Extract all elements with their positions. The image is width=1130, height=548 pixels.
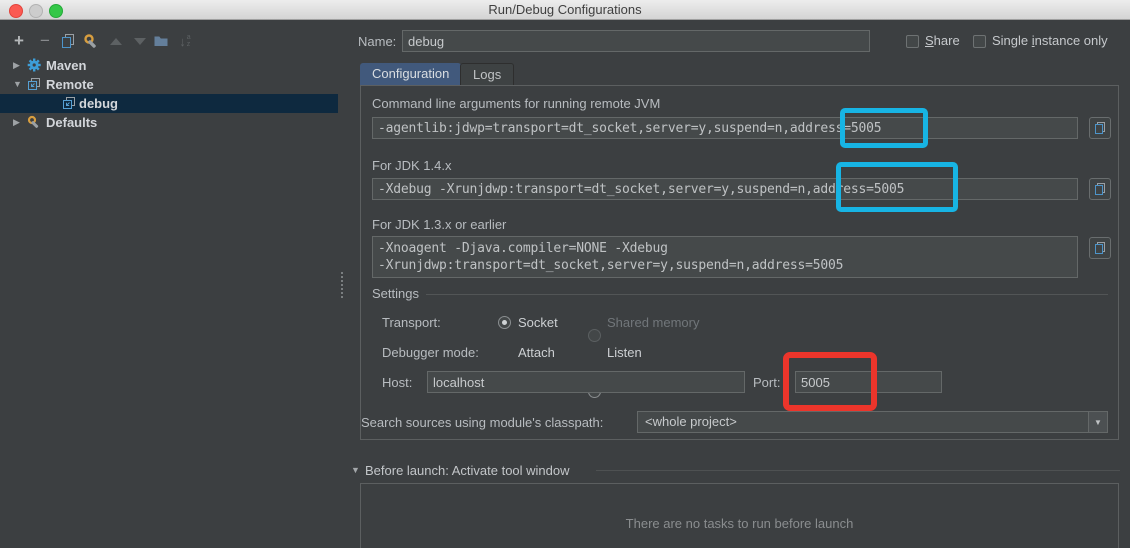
sort-configurations-button[interactable]: ↓az <box>176 32 194 50</box>
maven-gear-icon <box>27 58 41 72</box>
before-launch-label[interactable]: Before launch: Activate tool window <box>365 463 570 478</box>
sidebar-splitter[interactable] <box>341 272 347 298</box>
remote-config-icon <box>27 77 41 91</box>
cmdline-label: Command line arguments for running remot… <box>372 96 660 111</box>
search-sources-select[interactable]: <whole project> ▼ <box>637 411 1108 433</box>
radio-shared-memory[interactable] <box>588 329 601 342</box>
port-label: Port: <box>753 375 780 390</box>
defaults-wrench-icon <box>27 115 41 129</box>
share-checkbox[interactable] <box>906 35 919 48</box>
single-instance-checkbox[interactable] <box>973 35 986 48</box>
tree-item-debug[interactable]: debug <box>0 94 338 113</box>
tree-item-maven[interactable]: ▶ Maven <box>0 56 338 75</box>
window-title: Run/Debug Configurations <box>0 0 1130 19</box>
annotation-highlight-cyan-1 <box>840 108 928 148</box>
single-instance-label[interactable]: Single instance only <box>992 33 1108 48</box>
expand-arrow-icon[interactable]: ▶ <box>13 56 20 75</box>
remote-config-icon <box>62 96 76 110</box>
tree-item-defaults[interactable]: ▶ Defaults <box>0 113 338 132</box>
copy-jdk14-button[interactable] <box>1089 178 1111 200</box>
chevron-down-icon[interactable]: ▼ <box>1088 412 1107 432</box>
jdk13-input[interactable]: -Xnoagent -Djava.compiler=NONE -Xdebug -… <box>372 236 1078 278</box>
host-input[interactable] <box>427 371 745 393</box>
close-window-button[interactable] <box>9 4 23 18</box>
arrow-down-icon <box>134 38 146 45</box>
collapse-triangle-icon[interactable]: ▼ <box>351 465 360 475</box>
radio-socket-label[interactable]: Socket <box>518 315 558 330</box>
annotation-highlight-cyan-2 <box>836 162 958 212</box>
jdk14-input[interactable] <box>372 178 1078 200</box>
jdk14-label: For JDK 1.4.x <box>372 158 451 173</box>
search-sources-value: <whole project> <box>645 412 737 432</box>
move-up-button[interactable] <box>107 32 125 50</box>
minimize-window-button[interactable] <box>29 4 43 18</box>
jdk13-label: For JDK 1.3.x or earlier <box>372 217 506 232</box>
copy-jdk13-button[interactable] <box>1089 237 1111 259</box>
plus-icon: + <box>14 32 24 50</box>
jdk13-line2: -Xrunjdwp:transport=dt_socket,server=y,s… <box>378 257 1072 274</box>
tree-item-label: Defaults <box>46 113 97 132</box>
no-tasks-text: There are no tasks to run before launch <box>361 516 1118 531</box>
radio-socket[interactable] <box>498 316 511 329</box>
tab-configuration[interactable]: Configuration <box>360 63 461 85</box>
folder-icon <box>153 33 169 49</box>
wrench-icon <box>83 33 99 49</box>
radio-shared-memory-label: Shared memory <box>607 315 699 330</box>
settings-divider <box>426 294 1108 295</box>
copy-configuration-button[interactable] <box>59 32 77 50</box>
arrow-up-icon <box>110 38 122 45</box>
annotation-highlight-red <box>783 352 877 411</box>
host-label: Host: <box>382 375 412 390</box>
search-sources-label: Search sources using module's classpath: <box>361 415 603 430</box>
create-folder-button[interactable] <box>152 32 170 50</box>
name-label: Name: <box>358 34 396 49</box>
settings-group-label: Settings <box>372 286 419 301</box>
radio-attach-label[interactable]: Attach <box>518 345 555 360</box>
collapse-arrow-icon[interactable]: ▼ <box>13 75 22 94</box>
copy-cmdline-button[interactable] <box>1089 117 1111 139</box>
expand-arrow-icon[interactable]: ▶ <box>13 113 20 132</box>
before-launch-tasks-panel: There are no tasks to run before launch <box>360 483 1119 548</box>
transport-label: Transport: <box>382 315 441 330</box>
cmdline-input[interactable] <box>372 117 1078 139</box>
debugger-mode-label: Debugger mode: <box>382 345 479 360</box>
tree-item-label: Remote <box>46 75 94 94</box>
copy-icon <box>1093 241 1107 256</box>
tree-item-label: debug <box>79 94 118 113</box>
tree-item-label: Maven <box>46 56 86 75</box>
copy-icon <box>1093 182 1107 197</box>
edit-defaults-button[interactable] <box>82 32 100 50</box>
before-launch-divider <box>596 470 1120 471</box>
remove-configuration-button[interactable]: − <box>36 32 54 50</box>
radio-listen-label[interactable]: Listen <box>607 345 642 360</box>
name-input[interactable] <box>402 30 870 52</box>
sort-az-icon: ↓az <box>179 34 190 49</box>
move-down-button[interactable] <box>131 32 149 50</box>
jdk13-line1: -Xnoagent -Djava.compiler=NONE -Xdebug <box>378 240 1072 257</box>
zoom-window-button[interactable] <box>49 4 63 18</box>
copy-icon <box>1093 121 1107 136</box>
window-titlebar: Run/Debug Configurations <box>0 0 1130 20</box>
tree-item-remote[interactable]: ▼ Remote <box>0 75 338 94</box>
tab-logs[interactable]: Logs <box>460 63 514 85</box>
minus-icon: − <box>40 32 50 50</box>
share-label[interactable]: Share <box>925 33 960 48</box>
copy-icon <box>60 33 76 49</box>
add-configuration-button[interactable]: + <box>10 32 28 50</box>
run-debug-configurations-dialog: Run/Debug Configurations + − ↓az ▶ <box>0 0 1130 548</box>
